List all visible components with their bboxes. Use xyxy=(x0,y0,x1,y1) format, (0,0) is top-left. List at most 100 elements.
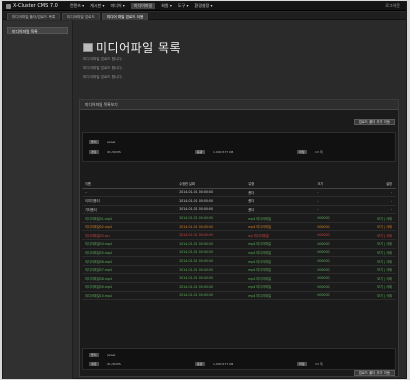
column-type[interactable]: 유형 xyxy=(245,180,315,189)
cell-settings[interactable]: 보기 | 삭제 xyxy=(352,282,396,292)
folder-value: /www xyxy=(107,140,116,144)
cell-settings[interactable]: 보기 | 삭제 xyxy=(352,256,396,266)
logout-link[interactable]: 로그아웃 xyxy=(385,3,406,9)
table-row[interactable]: 미디어파일05.mp4 2014-01-01 00:00:00 mp4 미디어파일 0… xyxy=(82,248,396,258)
table-row[interactable]: .. 2014-01-01 00:00:00 폴더 - - xyxy=(82,188,396,198)
cell-settings[interactable]: 보기 | 삭제 xyxy=(352,239,396,249)
cell-name[interactable]: 미디어파일05.mp4 xyxy=(82,248,177,258)
cell-name[interactable]: 미디어파일07.mp4 xyxy=(82,265,177,275)
cell-size: - xyxy=(314,205,353,215)
table-row[interactable]: 미디어파일10.mp4 2014-01-01 00:00:00 mp4 미디어파일 0… xyxy=(82,291,396,301)
panel-title: 미디어파일 목록보기 xyxy=(80,100,398,110)
cell-type: mp4 미디어파일 xyxy=(245,273,315,284)
folder-label: 폴더 xyxy=(89,353,99,357)
cell-date: 2014-01-01 00:00:00 xyxy=(176,256,246,266)
cell-name[interactable]: 미디어파일09.mp4 xyxy=(82,282,177,292)
cell-name[interactable]: 미디어파일02.mp4 xyxy=(82,222,177,232)
column-size[interactable]: 크기 xyxy=(314,180,353,189)
cell-settings[interactable]: 보기 | 삭제 xyxy=(352,213,396,223)
folder-label: 폴더 xyxy=(89,140,99,144)
cell-size: 000000 xyxy=(314,273,353,284)
menu-item-media[interactable]: 미디어 ▾ xyxy=(111,3,125,9)
cell-settings[interactable]: - xyxy=(352,205,396,215)
table-row[interactable]: 이미지폴더 2014-01-01 00:00:00 폴더 - - xyxy=(82,196,396,206)
cell-date: 2014-01-01 00:00:00 xyxy=(176,282,246,292)
path-value: /D:/XCMS xyxy=(107,150,121,154)
column-name[interactable]: 이름 xyxy=(82,180,177,189)
cell-size: 000000 xyxy=(314,239,353,249)
table-row[interactable]: 미디어파일08.mp4 2014-01-01 00:00:00 mp4 미디어파일 0… xyxy=(82,273,396,284)
table-row[interactable]: 미디어파일02.mp4 2014-01-01 00:00:00 mp4 미디어파일 0… xyxy=(82,222,396,232)
folder-info-bottom: 폴더 /www 경로 /D:/XCMS 용량 1,000,577 KB 파일 1… xyxy=(82,348,396,370)
table-row[interactable]: 미디어파일06.mp4 2014-01-01 00:00:00 mp4 미디어파일 0… xyxy=(82,256,396,266)
cell-type: mp4 미디어파일 xyxy=(245,265,315,275)
count-value: 13 개 xyxy=(315,362,323,366)
cell-date: 2014-01-01 00:00:00 xyxy=(176,265,246,275)
sidebar-item-media-list[interactable]: 미디어파일 목록 xyxy=(7,27,68,34)
cell-settings[interactable]: 보기 | 삭제 xyxy=(352,291,396,301)
table-row[interactable]: 미디어파일07.mp4 2014-01-01 00:00:00 mp4 미디어파일 0… xyxy=(82,265,396,275)
cell-date: 2014-01-01 00:00:00 xyxy=(176,230,246,241)
app-logo[interactable]: X-Cluster CMS 7.0 xyxy=(3,3,62,9)
cell-settings[interactable]: 보기 | 삭제 xyxy=(352,273,396,284)
table-row[interactable]: 미디어파일09.mp4 2014-01-01 00:00:00 mp4 미디어파일 0… xyxy=(82,282,396,292)
cell-size: 000000 xyxy=(314,256,353,266)
cell-type: 폴더 xyxy=(245,188,315,198)
cell-name[interactable]: 미디어파일03.avi xyxy=(82,230,177,241)
tab-folder-upload-list[interactable]: 미디어파일 폴더/업로드 목록 xyxy=(7,13,61,20)
logo-icon xyxy=(6,3,11,9)
cell-settings[interactable]: 보기 | 삭제 xyxy=(352,265,396,275)
main-content: 미디어파일 목록 미디어파일 업로드 합니다. 미디어파일 업로드 합니다. 미… xyxy=(75,21,406,379)
cell-type: 폴더 xyxy=(245,196,315,206)
cell-name[interactable]: 미디어파일06.mp4 xyxy=(82,256,177,266)
cell-size: 000000 xyxy=(314,282,353,292)
table-row[interactable]: 미디어파일04.mp4 2014-01-01 00:00:00 mp4 미디어파일 0… xyxy=(82,239,396,249)
cell-size: 000000 xyxy=(314,248,353,258)
cell-date: 2014-01-01 00:00:00 xyxy=(176,188,246,198)
cell-type: mp4 미디어파일 xyxy=(245,282,315,292)
table-header-row: 이름 수정한 날짜 유형 크기 설정 xyxy=(82,180,396,189)
cell-name[interactable]: 미디어파일10.mp4 xyxy=(82,291,177,301)
cell-size: 000000 xyxy=(314,265,353,275)
cell-type: mp4 미디어파일 xyxy=(245,291,315,301)
size-value: 1,000,577 KB xyxy=(213,362,234,366)
cell-size: 000000 xyxy=(314,222,353,232)
menu-item-tools[interactable]: 도구 ▾ xyxy=(178,3,189,9)
table-row[interactable]: 미디어파일03.avi 2014-01-01 00:00:00 avi 미디어파일 0… xyxy=(82,230,396,241)
cell-settings[interactable]: - xyxy=(352,196,396,206)
tab-upload-use[interactable]: 미디어 파일 업로드 이용 xyxy=(101,13,149,20)
cell-date: 2014-01-01 00:00:00 xyxy=(176,222,246,232)
tab-upload[interactable]: 미디어파일 업로드 xyxy=(62,13,100,20)
cell-name[interactable]: 미디어파일01.mp4 xyxy=(82,213,177,223)
list-icon xyxy=(83,43,93,52)
menu-item-contents[interactable]: 컨텐츠 ▾ xyxy=(70,3,84,9)
cell-size: - xyxy=(314,196,353,206)
menu-item-member[interactable]: 회원 ▾ xyxy=(161,3,172,9)
cell-settings[interactable]: - xyxy=(352,188,396,198)
cell-name[interactable]: 기타폴더 xyxy=(82,205,177,215)
menu-item-settings[interactable]: 환경설정 ▾ xyxy=(195,3,213,9)
cell-type: mp4 미디어파일 xyxy=(245,222,315,232)
add-folder-button-bottom[interactable]: 업로드 폴더 추가 이동 xyxy=(353,370,395,376)
column-settings: 설정 xyxy=(352,180,396,189)
cell-name[interactable]: 미디어파일08.mp4 xyxy=(82,273,177,284)
cell-size: 000000 xyxy=(314,230,353,241)
count-label: 파일 xyxy=(297,150,307,154)
cell-date: 2014-01-01 00:00:00 xyxy=(176,291,246,301)
column-date[interactable]: 수정한 날짜 xyxy=(176,180,246,189)
menu-item-board[interactable]: 게시판 ▾ xyxy=(90,3,104,9)
page-subtitles: 미디어파일 업로드 합니다. 미디어파일 업로드 합니다. 미디어파일 업로드 … xyxy=(83,57,123,84)
folder-value: /www xyxy=(107,353,116,357)
cell-name[interactable]: .. xyxy=(82,188,177,198)
app-title: X-Cluster CMS 7.0 xyxy=(13,3,58,9)
cell-settings[interactable]: 보기 | 삭제 xyxy=(352,248,396,258)
cell-date: 2014-01-01 00:00:00 xyxy=(176,213,246,223)
cell-settings[interactable]: 보기 | 삭제 xyxy=(352,230,396,241)
table-row[interactable]: 미디어파일01.mp4 2014-01-01 00:00:00 mp4 미디어파일 0… xyxy=(82,213,396,223)
menu-item-mediafile[interactable]: 미디어파일 xyxy=(130,3,156,9)
cell-settings[interactable]: 보기 | 삭제 xyxy=(352,222,396,232)
cell-name[interactable]: 이미지폴더 xyxy=(82,196,177,206)
add-folder-button-top[interactable]: 업로드 폴더 추가 이동 xyxy=(353,119,395,125)
cell-name[interactable]: 미디어파일04.mp4 xyxy=(82,239,177,249)
table-row[interactable]: 기타폴더 2014-01-01 00:00:00 폴더 - - xyxy=(82,205,396,215)
